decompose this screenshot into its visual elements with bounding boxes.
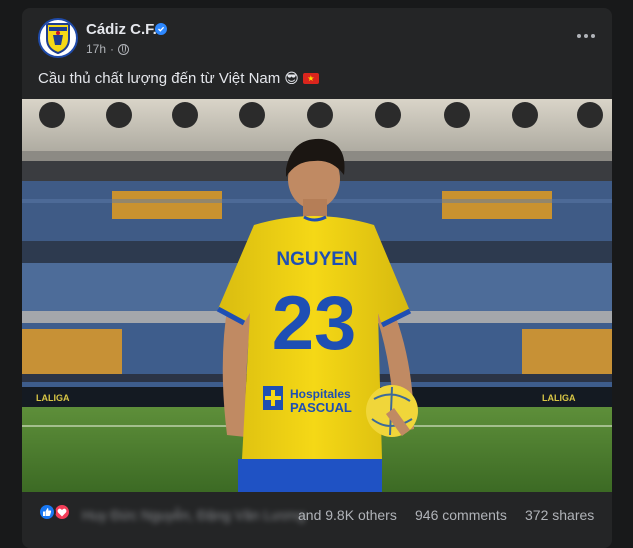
post-header: Cádiz C.F. 17h · — [22, 8, 612, 68]
post-meta: 17h · — [86, 42, 130, 56]
cadiz-crest-icon — [46, 23, 70, 55]
sponsor-line-2: PASCUAL — [290, 400, 352, 415]
meta-separator: · — [110, 42, 115, 56]
more-options-icon[interactable] — [574, 26, 598, 46]
jersey-name: NGUYEN — [276, 249, 357, 270]
ad-board-text: LALIGA — [36, 393, 70, 403]
sponsor-line-1: Hospitales — [290, 387, 351, 401]
page-avatar[interactable] — [38, 18, 78, 58]
stadium-photo: LALIGA LALIGA NGUYEN 23 Hospitales PASCU… — [22, 99, 612, 492]
post-card: Cádiz C.F. 17h · Cầu thủ chất lượng đến … — [22, 8, 612, 548]
page-name[interactable]: Cádiz C.F. — [86, 21, 157, 38]
vietnam-flag-icon: ★ — [302, 73, 319, 84]
comments-count[interactable]: 946 comments — [415, 507, 507, 523]
globe-icon — [118, 43, 130, 55]
verified-badge-icon — [155, 23, 167, 35]
sunglasses-emoji-icon: 😎 — [284, 70, 299, 87]
post-footer: Huy Đức Nguyễn, Đặng Văn Lương and 9.8K … — [22, 492, 612, 534]
reactor-names[interactable]: Huy Đức Nguyễn, Đặng Văn Lương — [82, 507, 305, 523]
post-caption: Cầu thủ chất lượng đến từ Việt Nam 😎 ★ — [38, 70, 319, 87]
post-time[interactable]: 17h — [86, 42, 106, 56]
others-count[interactable]: and 9.8K others — [298, 507, 397, 523]
caption-text: Cầu thủ chất lượng đến từ Việt Nam — [38, 70, 281, 87]
ad-board-text-right: LALIGA — [542, 393, 576, 403]
reaction-icons[interactable] — [38, 503, 71, 521]
jersey-number: 23 — [272, 281, 357, 366]
like-reaction-icon — [38, 503, 56, 521]
post-photo[interactable]: LALIGA LALIGA NGUYEN 23 Hospitales PASCU… — [22, 99, 612, 492]
shares-count[interactable]: 372 shares — [525, 507, 594, 523]
